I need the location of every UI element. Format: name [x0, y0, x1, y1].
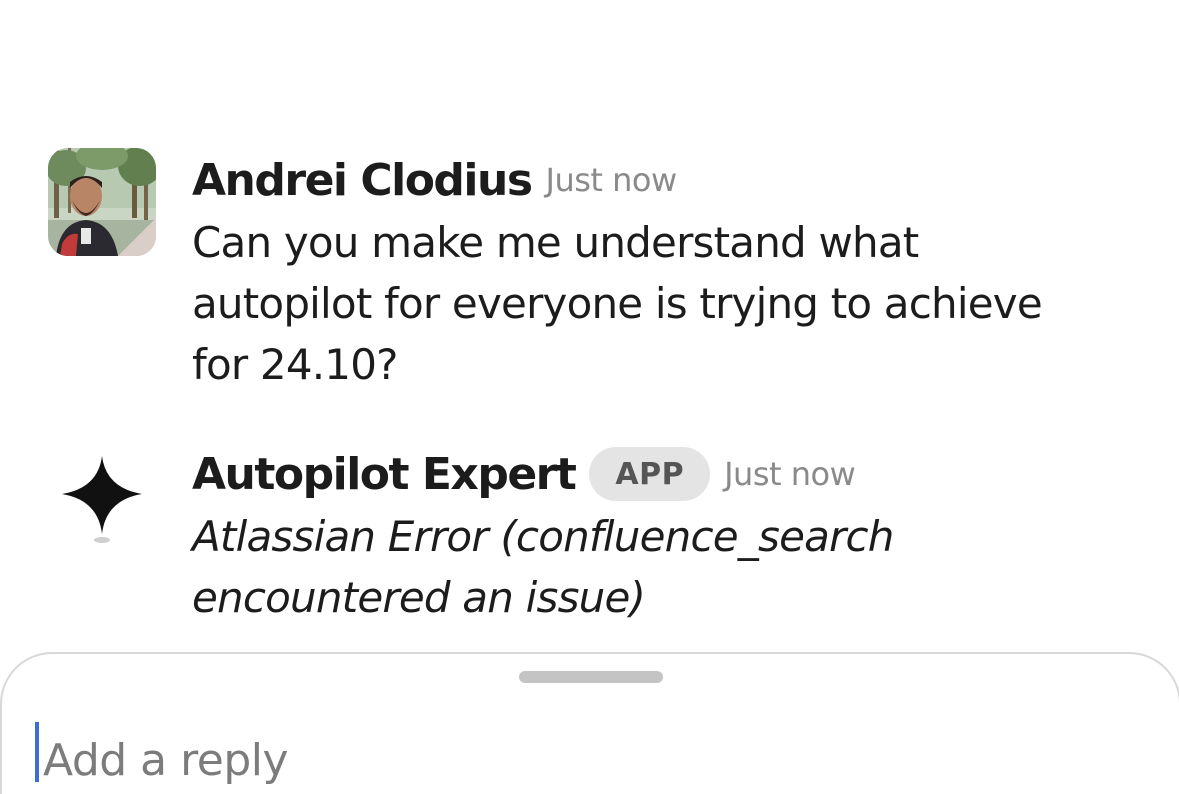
user-avatar[interactable]: [48, 148, 156, 256]
timestamp[interactable]: Just now: [546, 161, 678, 199]
author-name[interactable]: Autopilot Expert: [192, 449, 577, 500]
app-badge: APP: [589, 447, 711, 501]
message-header: Autopilot Expert APP Just now: [192, 442, 1152, 506]
message-line: for 24.10?: [192, 340, 398, 389]
message-line: encountered an issue): [192, 573, 646, 622]
message-header: Andrei Clodius Just now: [192, 148, 1152, 212]
user-photo: [48, 148, 156, 256]
message-line: Atlassian Error (confluence_search: [192, 512, 894, 561]
bot-avatar[interactable]: [60, 450, 144, 550]
message-content: Andrei Clodius Just now Can you make me …: [192, 148, 1152, 395]
reply-input[interactable]: Add a reply: [35, 722, 1135, 786]
message-content: Autopilot Expert APP Just now Atlassian …: [192, 442, 1152, 628]
message-line: Can you make me understand what: [192, 218, 919, 267]
text-cursor: [35, 722, 39, 782]
reply-placeholder: Add a reply: [43, 735, 289, 786]
sparkle-star-icon: [62, 456, 142, 543]
drag-handle[interactable]: [519, 671, 663, 683]
message-thread: Andrei Clodius Just now Can you make me …: [0, 0, 1179, 650]
timestamp[interactable]: Just now: [724, 455, 856, 493]
author-name[interactable]: Andrei Clodius: [192, 155, 533, 206]
reply-composer[interactable]: Add a reply: [0, 652, 1179, 794]
message-line: autopilot for everyone is tryjng to achi…: [192, 279, 1043, 328]
